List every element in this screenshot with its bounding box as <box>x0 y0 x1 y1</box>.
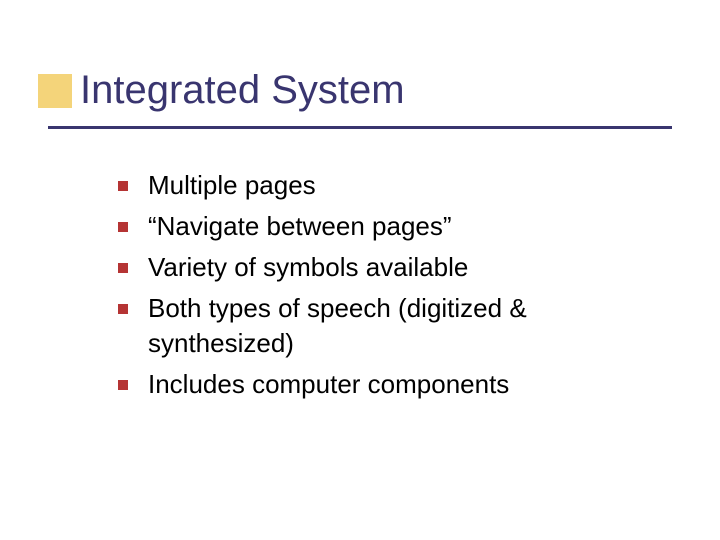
square-bullet-icon <box>118 222 128 232</box>
list-item-text: Variety of symbols available <box>148 250 678 285</box>
slide-title: Integrated System <box>80 68 405 113</box>
square-bullet-icon <box>118 380 128 390</box>
accent-square <box>38 74 72 108</box>
list-item: Includes computer components <box>118 367 678 402</box>
list-item-text: Multiple pages <box>148 168 678 203</box>
square-bullet-icon <box>118 181 128 191</box>
list-item-text: Both types of speech (digitized & synthe… <box>148 291 678 361</box>
title-underline <box>48 126 672 129</box>
list-item: “Navigate between pages” <box>118 209 678 244</box>
list-item: Variety of symbols available <box>118 250 678 285</box>
square-bullet-icon <box>118 304 128 314</box>
bullet-list: Multiple pages “Navigate between pages” … <box>118 168 678 409</box>
list-item-text: Includes computer components <box>148 367 678 402</box>
list-item-text: “Navigate between pages” <box>148 209 678 244</box>
list-item: Multiple pages <box>118 168 678 203</box>
list-item: Both types of speech (digitized & synthe… <box>118 291 678 361</box>
slide: Integrated System Multiple pages “Naviga… <box>0 0 720 540</box>
square-bullet-icon <box>118 263 128 273</box>
